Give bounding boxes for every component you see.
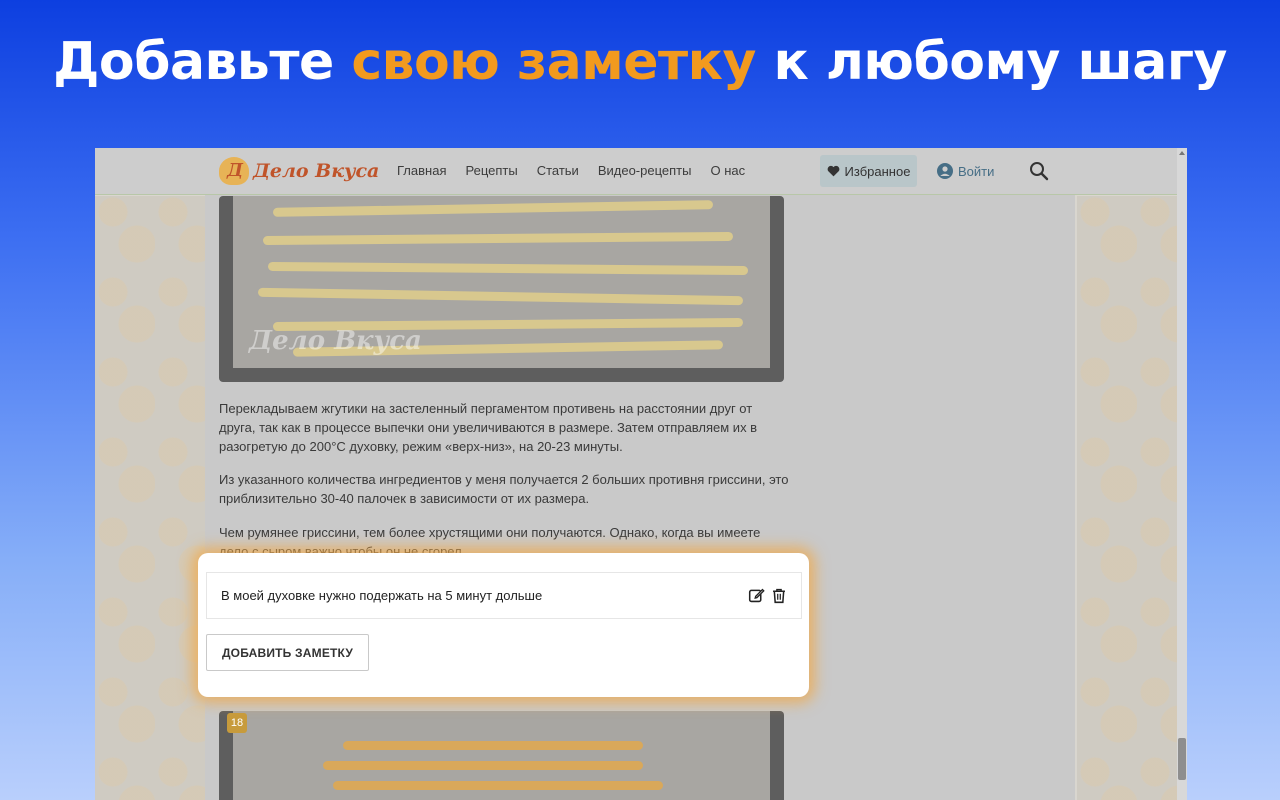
logo-text: Дело Вкуса bbox=[253, 160, 380, 182]
search-icon bbox=[1030, 162, 1049, 181]
scrollbar-thumb[interactable] bbox=[1178, 738, 1186, 780]
nav-link-recipes[interactable]: Рецепты bbox=[465, 163, 517, 178]
site-logo[interactable]: Дело Вкуса bbox=[219, 154, 379, 188]
site-navbar: Дело Вкуса Главная Рецепты Статьи Видео-… bbox=[95, 148, 1177, 195]
browser-viewport: Дело Вкуса Главная Рецепты Статьи Видео-… bbox=[95, 148, 1187, 800]
nav-link-home[interactable]: Главная bbox=[397, 163, 446, 178]
note-panel: В моей духовке нужно подержать на 5 мину… bbox=[198, 553, 809, 697]
baking-tray-2 bbox=[233, 711, 770, 800]
heart-icon bbox=[827, 165, 839, 177]
edit-icon bbox=[748, 588, 765, 603]
login-link[interactable]: Войти bbox=[937, 163, 994, 179]
favorites-label: Избранное bbox=[844, 163, 911, 179]
scroll-up-arrow-icon[interactable] bbox=[1179, 151, 1185, 155]
headline-part2: к любому шагу bbox=[755, 32, 1227, 92]
promo-headline: Добавьте свою заметку к любому шагу bbox=[0, 32, 1280, 92]
logo-icon bbox=[219, 157, 249, 185]
user-icon bbox=[937, 163, 953, 179]
step-photo-18: 18 bbox=[219, 711, 784, 800]
edit-note-button[interactable] bbox=[748, 587, 765, 608]
delete-note-button[interactable] bbox=[771, 587, 787, 608]
favorites-button[interactable]: Избранное bbox=[820, 155, 917, 187]
step-photo: Дело Вкуса bbox=[219, 196, 784, 382]
headline-part1: Добавьте bbox=[53, 32, 352, 92]
food-pattern-right bbox=[1077, 196, 1177, 800]
search-button[interactable] bbox=[1029, 161, 1049, 185]
nav-link-articles[interactable]: Статьи bbox=[537, 163, 579, 178]
login-label: Войти bbox=[958, 163, 995, 179]
trash-icon bbox=[773, 588, 785, 604]
photo-watermark: Дело Вкуса bbox=[249, 326, 422, 356]
note-text: В моей духовке нужно подержать на 5 мину… bbox=[221, 588, 543, 603]
step-text-1: Перекладываем жгутики на застеленный пер… bbox=[219, 401, 758, 454]
nav-link-video-recipes[interactable]: Видео-рецепты bbox=[598, 163, 692, 178]
step-text-2: Из указанного количества ингредиентов у … bbox=[219, 472, 789, 506]
vertical-scrollbar[interactable] bbox=[1177, 148, 1187, 800]
headline-highlight: свою заметку bbox=[351, 32, 756, 92]
add-note-button[interactable]: ДОБАВИТЬ ЗАМЕТКУ bbox=[206, 634, 369, 671]
food-pattern-left bbox=[95, 196, 205, 800]
note-item: В моей духовке нужно подержать на 5 мину… bbox=[206, 572, 802, 619]
note-actions bbox=[748, 587, 787, 608]
nav-link-about[interactable]: О нас bbox=[710, 163, 745, 178]
step-number-badge: 18 bbox=[227, 713, 247, 733]
main-nav: Главная Рецепты Статьи Видео-рецепты О н… bbox=[397, 163, 745, 178]
